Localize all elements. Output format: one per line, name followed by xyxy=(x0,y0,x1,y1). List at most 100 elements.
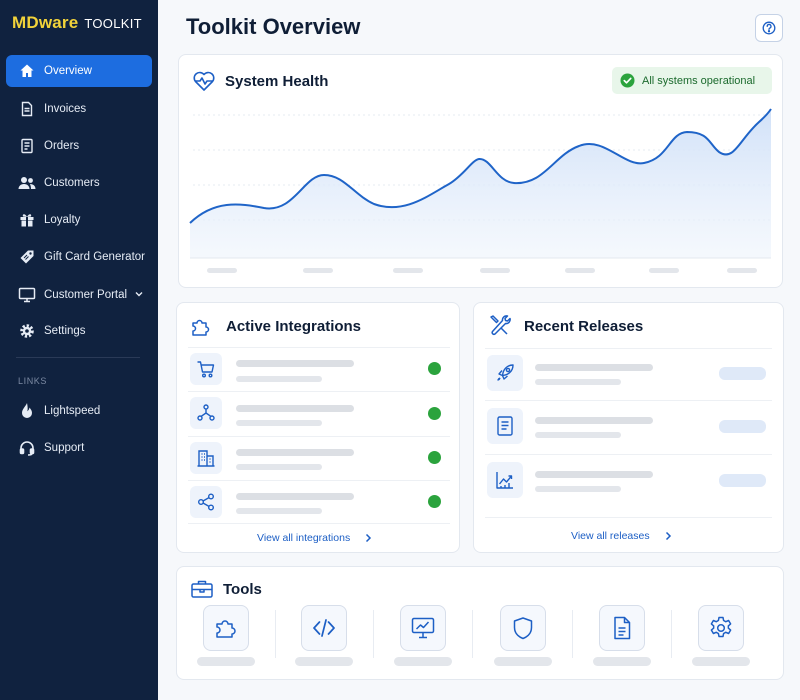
home-icon xyxy=(18,62,36,80)
headset-icon xyxy=(18,439,36,457)
tag-icon xyxy=(18,248,36,266)
release-name-placeholder xyxy=(535,364,653,371)
tool-label-placeholder xyxy=(692,657,750,666)
tool-button-documents[interactable] xyxy=(599,605,645,651)
chevron-down-icon[interactable] xyxy=(134,289,144,299)
tool-button-settings[interactable] xyxy=(698,605,744,651)
status-dot xyxy=(428,362,441,375)
gear-icon xyxy=(708,615,734,641)
tool-button-code[interactable] xyxy=(301,605,347,651)
shield-icon xyxy=(510,615,536,641)
integration-meta-placeholder xyxy=(236,420,322,426)
tool-separator xyxy=(472,610,473,658)
network-icon xyxy=(190,397,222,429)
integration-meta-placeholder xyxy=(236,376,322,382)
page-title: Toolkit Overview xyxy=(186,14,361,39)
gift-icon xyxy=(18,211,36,229)
tool-button-monitoring[interactable] xyxy=(400,605,446,651)
integration-meta-placeholder xyxy=(236,464,322,470)
row-divider xyxy=(188,523,450,524)
release-version-badge-placeholder xyxy=(719,367,766,380)
tools-title: Tools xyxy=(223,581,262,598)
health-area xyxy=(190,109,771,258)
x-tick-label-placeholder xyxy=(207,268,237,273)
tool-label-placeholder xyxy=(295,657,353,666)
logo[interactable]: MDware TOOLKIT xyxy=(12,10,142,36)
tool-separator xyxy=(373,610,374,658)
sidebar-item-overview[interactable]: Overview xyxy=(6,55,152,87)
tool-separator xyxy=(275,610,276,658)
row-divider xyxy=(485,400,772,401)
sidebar-item-orders[interactable]: Orders xyxy=(6,130,152,162)
sidebar-link-lightspeed[interactable]: Lightspeed xyxy=(6,395,152,427)
row-divider xyxy=(485,348,772,349)
tool-button-security[interactable] xyxy=(500,605,546,651)
chevron-right-icon xyxy=(364,533,372,543)
sidebar-item-label: Customers xyxy=(44,177,100,189)
tool-separator xyxy=(671,610,672,658)
tool-separator xyxy=(572,610,573,658)
status-dot xyxy=(428,407,441,420)
help-icon xyxy=(762,21,776,35)
monitor-icon xyxy=(18,286,36,304)
sidebar-item-label: Support xyxy=(44,442,85,454)
brand-logo-mark: MDware xyxy=(12,13,78,33)
tool-button-extensions[interactable] xyxy=(203,605,249,651)
x-tick-label-placeholder xyxy=(303,268,333,273)
customers-icon xyxy=(18,174,36,192)
release-meta-placeholder xyxy=(535,379,621,385)
sidebar-links-heading: LINKS xyxy=(18,376,48,386)
status-badge: All systems operational xyxy=(612,67,772,94)
x-tick-label-placeholder xyxy=(565,268,595,273)
sidebar: MDware TOOLKIT Overview Invoices Orders xyxy=(0,0,158,700)
code-icon xyxy=(311,615,337,641)
integration-name-placeholder xyxy=(236,360,354,367)
health-chart xyxy=(189,108,772,273)
sidebar-item-gift-card-generator[interactable]: Gift Card Generator xyxy=(6,241,152,273)
view-all-integrations-link[interactable]: View all integrations xyxy=(257,532,372,544)
gear-icon xyxy=(18,322,36,340)
orders-icon xyxy=(18,137,36,155)
release-meta-placeholder xyxy=(535,432,621,438)
puzzle-icon xyxy=(190,315,214,337)
sidebar-item-customers[interactable]: Customers xyxy=(6,167,152,199)
status-text: All systems operational xyxy=(642,74,756,87)
document-icon xyxy=(610,615,634,641)
lightspeed-icon xyxy=(18,402,36,420)
integration-name-placeholder xyxy=(236,493,354,500)
sidebar-item-loyalty[interactable]: Loyalty xyxy=(6,204,152,236)
monitor-chart-icon xyxy=(410,615,436,641)
cart-icon xyxy=(190,353,222,385)
row-divider xyxy=(188,347,450,348)
sidebar-item-label: Overview xyxy=(44,65,92,77)
puzzle-icon xyxy=(213,615,239,641)
integration-meta-placeholder xyxy=(236,508,322,514)
heartbeat-icon xyxy=(192,70,216,92)
system-health-title: System Health xyxy=(225,73,329,90)
sidebar-item-invoices[interactable]: Invoices xyxy=(6,93,152,125)
help-button[interactable] xyxy=(755,14,783,42)
view-all-releases-link[interactable]: View all releases xyxy=(571,530,672,542)
sidebar-item-label: Lightspeed xyxy=(44,405,101,417)
integration-name-placeholder xyxy=(236,405,354,412)
active-integrations-title: Active Integrations xyxy=(226,318,362,335)
trend-icon xyxy=(487,462,523,498)
release-name-placeholder xyxy=(535,471,653,478)
row-divider xyxy=(485,517,772,518)
sidebar-item-customer-portal[interactable]: Customer Portal xyxy=(6,279,152,311)
row-divider xyxy=(188,480,450,481)
brand-name: MDware xyxy=(12,13,79,32)
sidebar-item-settings[interactable]: Settings xyxy=(6,315,152,347)
chevron-right-icon xyxy=(664,531,672,541)
x-tick-label-placeholder xyxy=(727,268,757,273)
x-tick-label-placeholder xyxy=(480,268,510,273)
tool-label-placeholder xyxy=(394,657,452,666)
brand-toolkit-label: TOOLKIT xyxy=(84,15,142,31)
release-name-placeholder xyxy=(535,417,653,424)
sidebar-item-label: Gift Card Generator xyxy=(44,251,145,263)
document-icon xyxy=(487,408,523,444)
sidebar-divider xyxy=(16,357,140,358)
sidebar-link-support[interactable]: Support xyxy=(6,432,152,464)
tool-label-placeholder xyxy=(494,657,552,666)
sidebar-item-label: Customer Portal xyxy=(44,289,128,301)
